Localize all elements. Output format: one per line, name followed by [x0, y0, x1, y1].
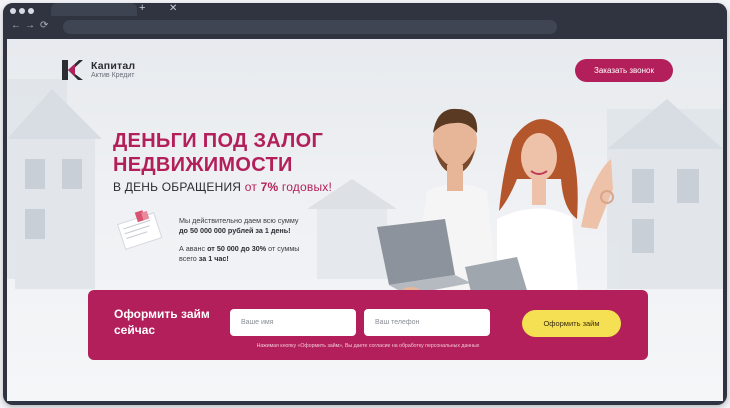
- form-title: Оформить займ сейчас: [114, 307, 210, 337]
- info-line3-start: всего: [179, 253, 197, 263]
- browser-tab[interactable]: ✕: [51, 3, 177, 16]
- tab-close-icon[interactable]: ✕: [169, 3, 177, 15]
- info-line2: А аванс от 50 000 до 30% от суммы: [179, 244, 299, 254]
- landing-page: Капитал Актив Кредит Заказать звонок ДЕН…: [7, 39, 723, 401]
- documents-icon: [116, 210, 163, 250]
- info-block-advance: А аванс от 50 000 до 30% от суммы всего …: [179, 244, 299, 263]
- window-close-dot[interactable]: [10, 8, 16, 14]
- info-line1-bold: до 50 000 000 рублей за 1 день!: [179, 225, 291, 235]
- browser-window: ✕ + ← → ⟳ Капитал Актив Кредит Заказать …: [3, 3, 727, 405]
- info-line2-end: от суммы: [268, 244, 300, 253]
- logo-mark-icon[interactable]: [61, 59, 83, 81]
- consent-text: Нажимая кнопку «Оформить займ», Вы даете…: [256, 343, 480, 349]
- window-minimize-dot[interactable]: [19, 8, 25, 14]
- info-line3: всего за 1 час!: [179, 254, 299, 264]
- hero-title-line2: НЕДВИЖИМОСТИ: [113, 154, 293, 176]
- info-line1: Мы действительно даем всю сумму: [179, 216, 299, 225]
- hero-title: ДЕНЬГИ ПОД ЗАЛОГ НЕДВИЖИМОСТИ: [113, 129, 373, 177]
- subtitle-rate: 7%: [260, 180, 279, 194]
- phone-input[interactable]: [364, 309, 490, 336]
- info-line2-bold: от 50 000 до 30%: [207, 244, 267, 253]
- reload-icon[interactable]: ⟳: [40, 20, 48, 32]
- back-icon[interactable]: ←: [11, 20, 21, 32]
- info-block-amount: Мы действительно даем всю сумму до 50 00…: [179, 216, 298, 235]
- hero-title-line1: ДЕНЬГИ ПОД ЗАЛОГ: [113, 130, 324, 152]
- info-line3-bold: за 1 час!: [198, 253, 229, 263]
- info-line2-start: А аванс: [179, 244, 206, 253]
- name-input[interactable]: [230, 309, 356, 336]
- window-maximize-dot[interactable]: [28, 8, 34, 14]
- new-tab-icon[interactable]: +: [139, 3, 145, 15]
- logo-subtitle: Актив Кредит: [91, 72, 135, 79]
- subtitle-part3: годовых!: [281, 180, 333, 194]
- loan-form: Оформить займ сейчас Оформить займ Нажим…: [88, 290, 648, 360]
- forward-icon[interactable]: →: [25, 20, 35, 32]
- request-call-button[interactable]: Заказать звонок: [575, 59, 673, 82]
- subtitle-part2: от: [244, 180, 258, 194]
- hero-subtitle: В ДЕНЬ ОБРАЩЕНИЯ от 7% годовых!: [113, 180, 332, 194]
- address-bar[interactable]: [63, 20, 557, 34]
- logo-name[interactable]: Капитал: [91, 60, 135, 72]
- subtitle-part1: В ДЕНЬ ОБРАЩЕНИЯ: [113, 180, 242, 194]
- browser-chrome: ✕ + ← → ⟳: [3, 3, 727, 39]
- submit-loan-button[interactable]: Оформить займ: [522, 310, 621, 337]
